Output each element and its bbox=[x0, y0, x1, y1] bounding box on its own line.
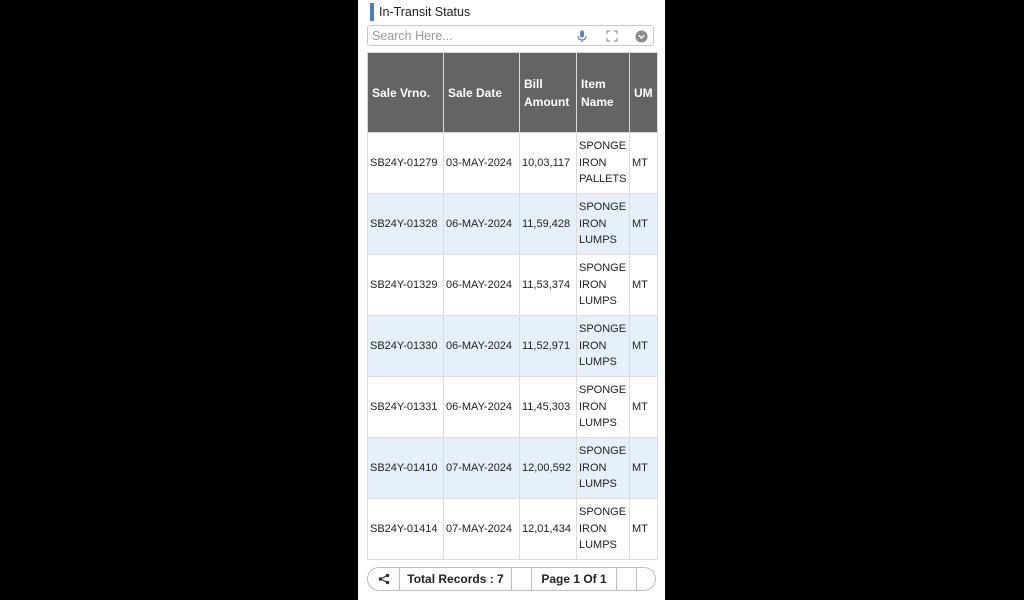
search-bar bbox=[367, 25, 654, 46]
mic-icon[interactable] bbox=[575, 29, 589, 43]
cell-item-name: SPONGE IRON PALLETS bbox=[576, 132, 630, 194]
last-page-button[interactable] bbox=[637, 568, 655, 590]
cell-sale-vrno: SB24Y-01329 bbox=[367, 254, 444, 316]
cell-sale-date: 06-MAY-2024 bbox=[443, 376, 520, 438]
cell-bill-amount: 11,53,374 bbox=[519, 254, 577, 316]
cell-item-name: SPONGE IRON LUMPS bbox=[576, 254, 630, 316]
column-header-sale-date[interactable]: Sale Date bbox=[443, 52, 520, 133]
column-header-um[interactable]: UM bbox=[629, 52, 658, 133]
page-header: In-Transit Status bbox=[370, 3, 630, 21]
cell-sale-date: 03-MAY-2024 bbox=[443, 132, 520, 194]
cell-sale-vrno: SB24Y-01414 bbox=[367, 498, 444, 560]
column-header-bill-amount[interactable]: Bill Amount bbox=[519, 52, 577, 133]
cell-um: MT bbox=[629, 315, 658, 377]
expand-icon[interactable] bbox=[605, 29, 619, 43]
cell-um: MT bbox=[629, 132, 658, 194]
column-header-item-name[interactable]: Item Name bbox=[576, 52, 630, 133]
table-row[interactable]: SB24Y-01330 06-MAY-2024 11,52,971 SPONGE… bbox=[367, 315, 658, 377]
cell-bill-amount: 11,52,971 bbox=[519, 315, 577, 377]
cell-item-name: SPONGE IRON LUMPS bbox=[576, 315, 630, 377]
cell-sale-vrno: SB24Y-01279 bbox=[367, 132, 444, 194]
in-transit-table: Sale Vrno. Sale Date Bill Amount Item Na… bbox=[367, 52, 658, 560]
next-page-button[interactable] bbox=[617, 568, 637, 590]
search-input[interactable] bbox=[372, 28, 562, 43]
page-title: In-Transit Status bbox=[379, 5, 471, 19]
title-accent-bar bbox=[370, 3, 374, 21]
table-header-row: Sale Vrno. Sale Date Bill Amount Item Na… bbox=[367, 52, 658, 133]
cell-bill-amount: 11,45,303 bbox=[519, 376, 577, 438]
cell-bill-amount: 10,03,117 bbox=[519, 132, 577, 194]
cell-um: MT bbox=[629, 254, 658, 316]
pager-blank-button[interactable] bbox=[512, 568, 532, 590]
cell-bill-amount: 11,59,428 bbox=[519, 193, 577, 255]
cell-item-name: SPONGE IRON LUMPS bbox=[576, 437, 630, 499]
table-row[interactable]: SB24Y-01279 03-MAY-2024 10,03,117 SPONGE… bbox=[367, 132, 658, 194]
page-indicator: Page 1 Of 1 bbox=[532, 568, 617, 590]
cell-sale-date: 07-MAY-2024 bbox=[443, 437, 520, 499]
cell-bill-amount: 12,01,434 bbox=[519, 498, 577, 560]
cell-sale-date: 07-MAY-2024 bbox=[443, 498, 520, 560]
pagination-bar: Total Records : 7 Page 1 Of 1 bbox=[367, 567, 656, 591]
app-screen: In-Transit Status Sale Vrno. Sale Date B… bbox=[358, 0, 665, 600]
cell-item-name: SPONGE IRON LUMPS bbox=[576, 498, 630, 560]
cell-bill-amount: 12,00,592 bbox=[519, 437, 577, 499]
total-records-label: Total Records : 7 bbox=[400, 568, 512, 590]
cell-um: MT bbox=[629, 193, 658, 255]
cell-item-name: SPONGE IRON LUMPS bbox=[576, 376, 630, 438]
table-row[interactable]: SB24Y-01414 07-MAY-2024 12,01,434 SPONGE… bbox=[367, 498, 658, 560]
cell-sale-date: 06-MAY-2024 bbox=[443, 193, 520, 255]
cell-sale-vrno: SB24Y-01330 bbox=[367, 315, 444, 377]
table-row[interactable]: SB24Y-01329 06-MAY-2024 11,53,374 SPONGE… bbox=[367, 254, 658, 316]
table-row[interactable]: SB24Y-01331 06-MAY-2024 11,45,303 SPONGE… bbox=[367, 376, 658, 438]
cell-um: MT bbox=[629, 437, 658, 499]
cell-um: MT bbox=[629, 498, 658, 560]
cell-sale-vrno: SB24Y-01410 bbox=[367, 437, 444, 499]
cell-sale-date: 06-MAY-2024 bbox=[443, 254, 520, 316]
table-row[interactable]: SB24Y-01410 07-MAY-2024 12,00,592 SPONGE… bbox=[367, 437, 658, 499]
chevron-down-circle-icon[interactable] bbox=[634, 29, 648, 43]
cell-item-name: SPONGE IRON LUMPS bbox=[576, 193, 630, 255]
cell-sale-vrno: SB24Y-01331 bbox=[367, 376, 444, 438]
column-header-sale-vrno[interactable]: Sale Vrno. bbox=[367, 52, 444, 133]
cell-um: MT bbox=[629, 376, 658, 438]
cell-sale-date: 06-MAY-2024 bbox=[443, 315, 520, 377]
cell-sale-vrno: SB24Y-01328 bbox=[367, 193, 444, 255]
table-row[interactable]: SB24Y-01328 06-MAY-2024 11,59,428 SPONGE… bbox=[367, 193, 658, 255]
share-icon[interactable] bbox=[368, 568, 400, 590]
